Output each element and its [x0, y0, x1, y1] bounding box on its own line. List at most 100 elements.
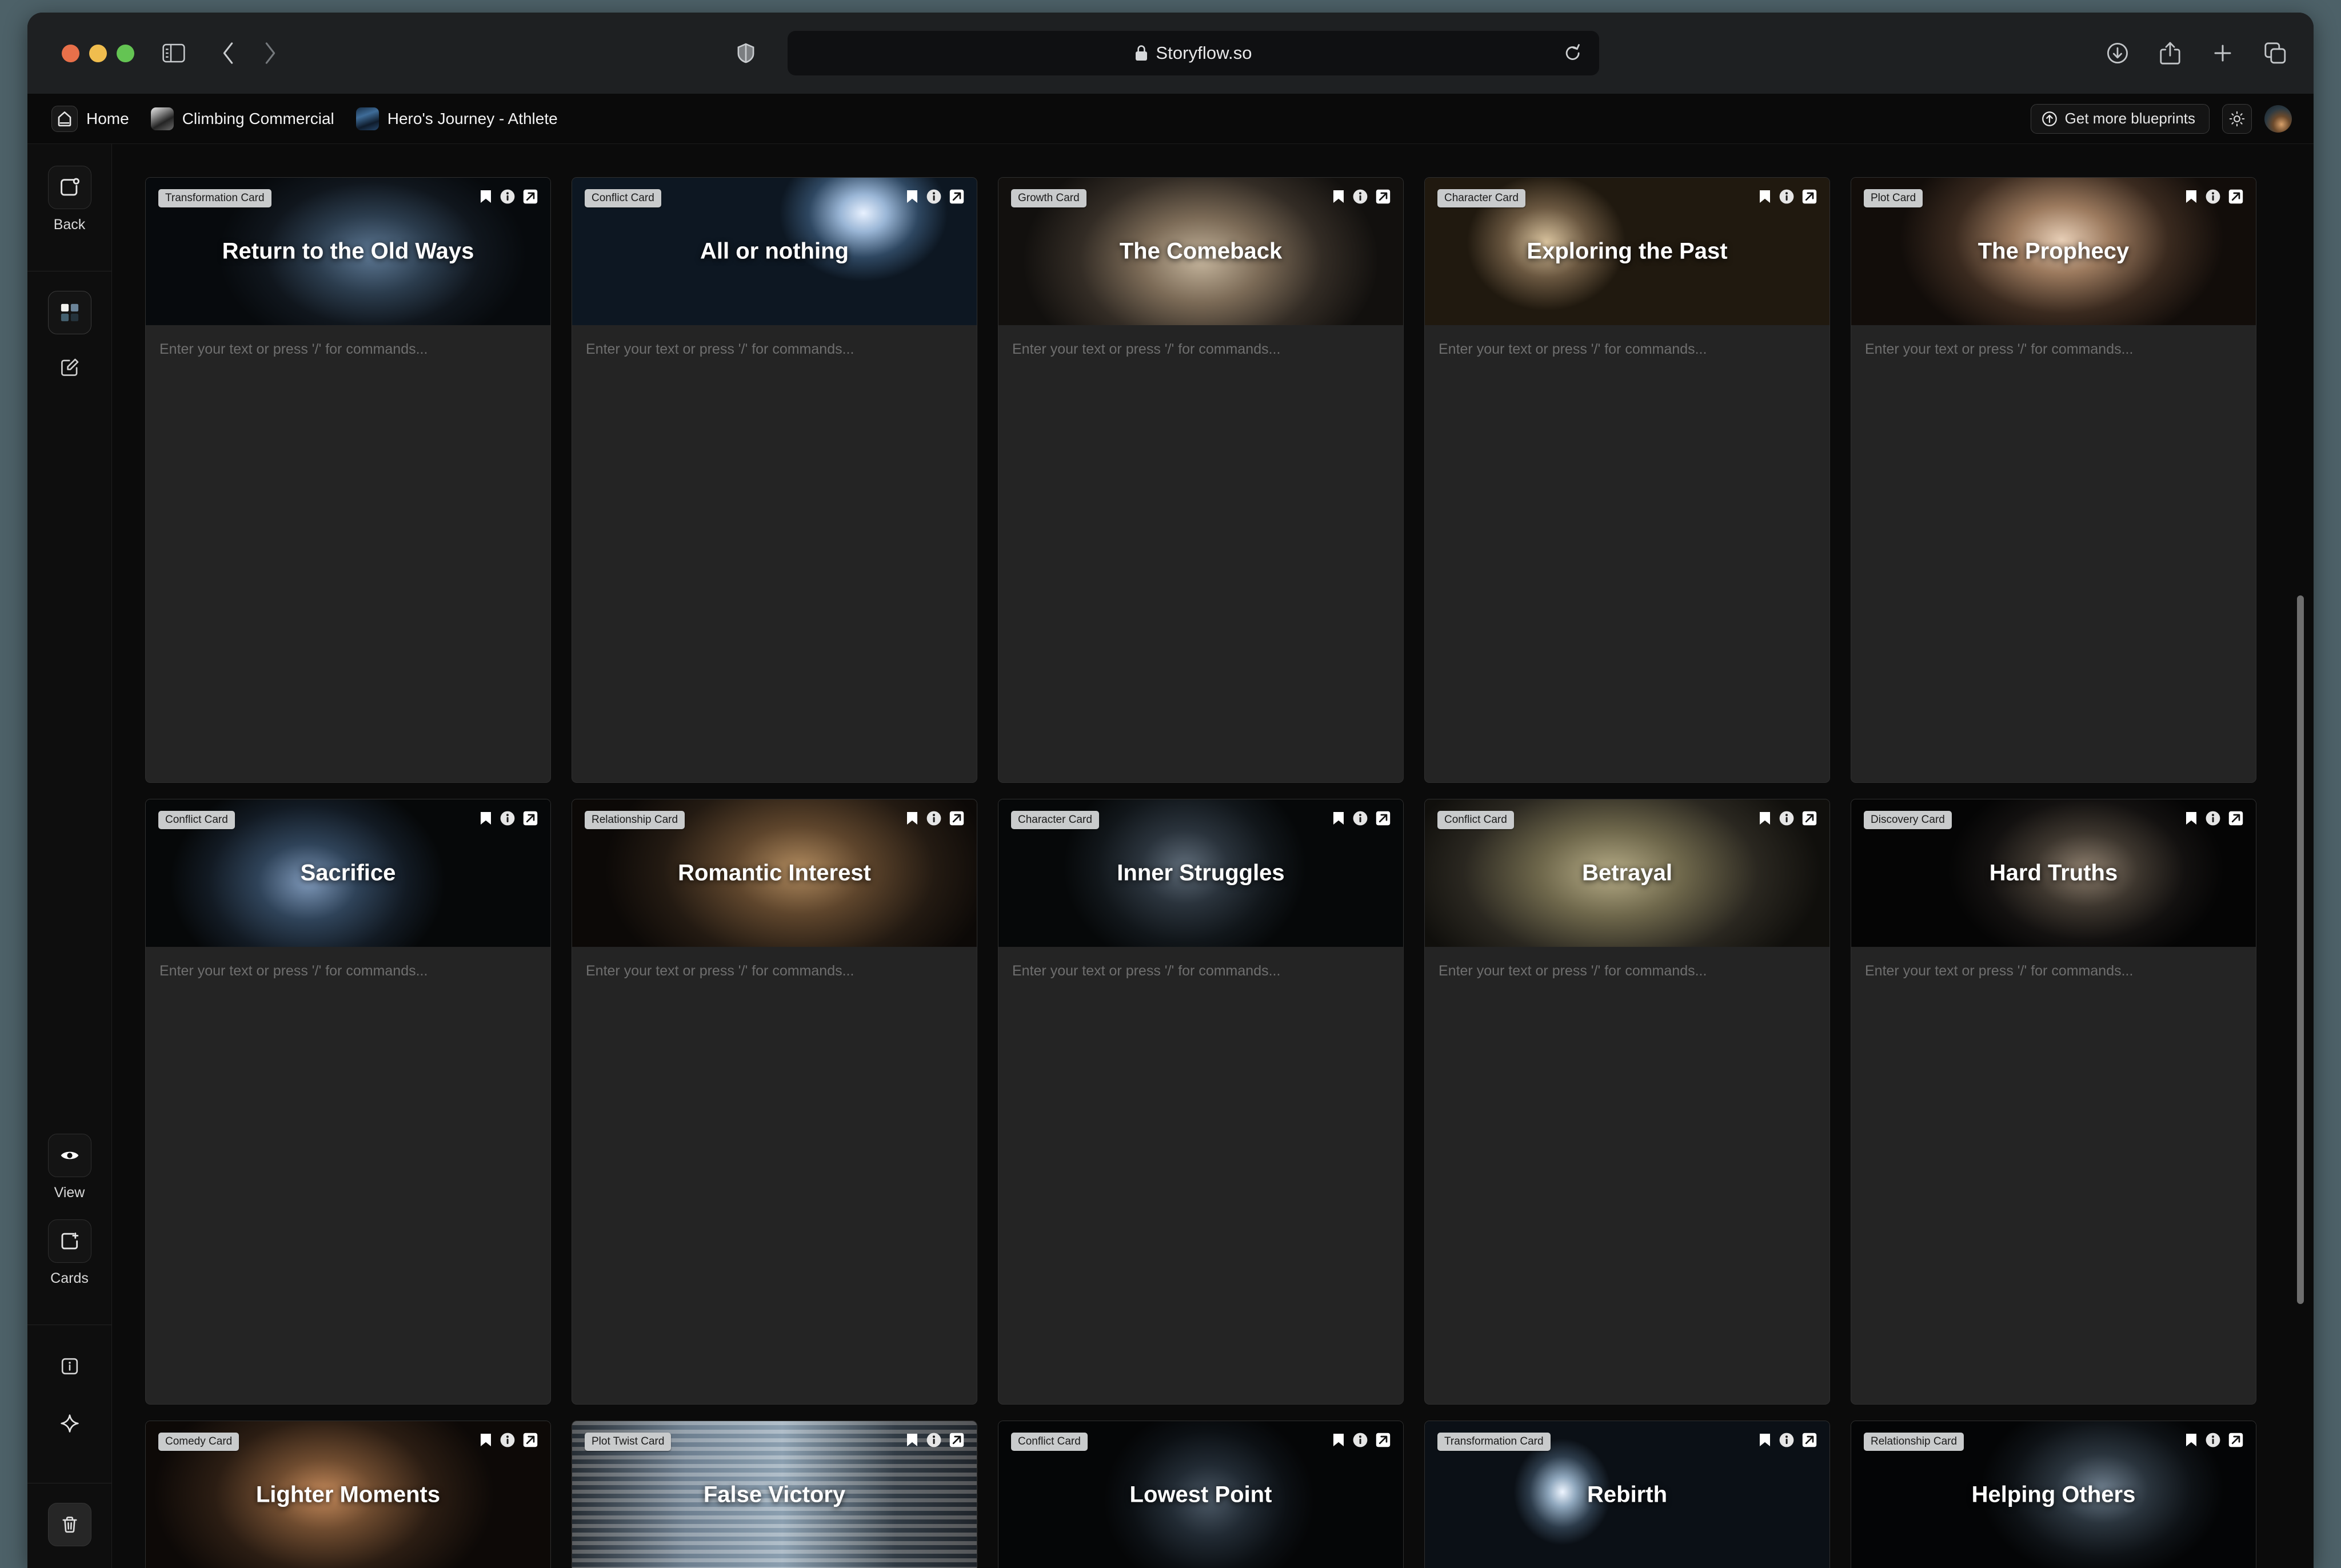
story-card[interactable]: Growth Card [998, 177, 1404, 783]
close-window-button[interactable] [62, 45, 79, 62]
chevron-left-icon[interactable] [213, 38, 244, 69]
shield-icon[interactable] [730, 38, 761, 69]
bookmark-icon[interactable] [1759, 811, 1771, 826]
sparkle-icon[interactable] [48, 1402, 91, 1445]
story-card[interactable]: Plot Twist Card [572, 1421, 977, 1568]
story-card[interactable]: Character Card [998, 799, 1404, 1405]
back-panel-icon[interactable] [48, 166, 91, 209]
info-circle-icon[interactable] [926, 1433, 941, 1447]
info-square-icon[interactable] [48, 1345, 91, 1388]
card-body[interactable]: Enter your text or press '/' for command… [998, 947, 1403, 1404]
story-card[interactable]: Conflict Card [1424, 799, 1830, 1405]
tab-overview-icon[interactable] [2260, 38, 2291, 69]
story-card[interactable]: Comedy Card [145, 1421, 551, 1568]
external-link-icon[interactable] [2228, 189, 2243, 204]
sidebar-item-grid[interactable] [48, 291, 91, 334]
story-card[interactable]: Conflict Card [145, 799, 551, 1405]
downloads-icon[interactable] [2102, 38, 2133, 69]
vertical-scrollbar[interactable] [2295, 144, 2306, 1568]
story-card[interactable]: Relationship Card [1851, 1421, 2256, 1568]
info-circle-icon[interactable] [2206, 1433, 2220, 1447]
bookmark-icon[interactable] [1332, 811, 1345, 826]
bookmark-icon[interactable] [1759, 1433, 1771, 1447]
card-body[interactable]: Enter your text or press '/' for command… [572, 947, 977, 1404]
card-body[interactable]: Enter your text or press '/' for command… [572, 325, 977, 782]
external-link-icon[interactable] [1802, 1433, 1817, 1447]
sidebar-item-info[interactable] [48, 1345, 91, 1388]
bookmark-icon[interactable] [906, 1433, 918, 1447]
info-circle-icon[interactable] [1353, 811, 1368, 826]
edit-pencil-icon[interactable] [48, 346, 91, 389]
story-card[interactable]: Transformation Card [145, 177, 551, 783]
external-link-icon[interactable] [523, 189, 538, 204]
info-circle-icon[interactable] [2206, 811, 2220, 826]
share-icon[interactable] [2155, 38, 2186, 69]
story-card[interactable]: Relationship Card [572, 799, 977, 1405]
info-circle-icon[interactable] [926, 189, 941, 204]
card-body[interactable]: Enter your text or press '/' for command… [1425, 947, 1829, 1404]
external-link-icon[interactable] [1802, 811, 1817, 826]
minimize-window-button[interactable] [89, 45, 107, 62]
sidebar-item-view[interactable]: View [48, 1134, 91, 1201]
bookmark-icon[interactable] [1759, 189, 1771, 204]
sidebar-item-magic[interactable] [48, 1402, 91, 1445]
chevron-right-icon[interactable] [254, 38, 285, 69]
info-circle-icon[interactable] [1353, 189, 1368, 204]
breadcrumb-item-project[interactable]: Climbing Commercial [151, 107, 334, 130]
info-circle-icon[interactable] [1353, 1433, 1368, 1447]
bookmark-icon[interactable] [2185, 189, 2198, 204]
card-body[interactable]: Enter your text or press '/' for command… [146, 325, 550, 782]
breadcrumb-item-home[interactable]: Home [51, 106, 129, 132]
info-circle-icon[interactable] [1779, 189, 1794, 204]
info-circle-icon[interactable] [1779, 1433, 1794, 1447]
card-body[interactable]: Enter your text or press '/' for command… [998, 325, 1403, 782]
trash-icon[interactable] [48, 1503, 91, 1546]
sidebar-item-cards[interactable]: Cards [48, 1219, 91, 1287]
bookmark-icon[interactable] [480, 1433, 492, 1447]
bookmark-icon[interactable] [906, 189, 918, 204]
info-circle-icon[interactable] [500, 1433, 515, 1447]
external-link-icon[interactable] [523, 811, 538, 826]
grid-icon[interactable] [48, 291, 91, 334]
external-link-icon[interactable] [949, 811, 964, 826]
bookmark-icon[interactable] [2185, 1433, 2198, 1447]
bookmark-icon[interactable] [1332, 189, 1345, 204]
bookmark-icon[interactable] [2185, 811, 2198, 826]
external-link-icon[interactable] [949, 1433, 964, 1447]
story-card[interactable]: Transformation Card [1424, 1421, 1830, 1568]
info-circle-icon[interactable] [500, 811, 515, 826]
external-link-icon[interactable] [2228, 1433, 2243, 1447]
card-body[interactable]: Enter your text or press '/' for command… [1425, 325, 1829, 782]
external-link-icon[interactable] [1802, 189, 1817, 204]
sidebar-item-edit[interactable] [48, 346, 91, 389]
maximize-window-button[interactable] [117, 45, 134, 62]
story-card[interactable]: Plot Card [1851, 177, 2256, 783]
external-link-icon[interactable] [1376, 189, 1391, 204]
bookmark-icon[interactable] [480, 189, 492, 204]
breadcrumb-item-blueprint[interactable]: Hero's Journey - Athlete [356, 107, 558, 130]
reload-icon[interactable] [1559, 39, 1587, 67]
cards-scroll-area[interactable]: Transformation Card [112, 144, 2314, 1568]
card-body[interactable]: Enter your text or press '/' for command… [146, 947, 550, 1404]
external-link-icon[interactable] [1376, 1433, 1391, 1447]
add-card-icon[interactable] [48, 1219, 91, 1263]
story-card[interactable]: Discovery Card [1851, 799, 2256, 1405]
eye-icon[interactable] [48, 1134, 91, 1177]
info-circle-icon[interactable] [500, 189, 515, 204]
bookmark-icon[interactable] [480, 811, 492, 826]
avatar[interactable] [2264, 105, 2292, 133]
bookmark-icon[interactable] [1332, 1433, 1345, 1447]
info-circle-icon[interactable] [2206, 189, 2220, 204]
address-bar[interactable]: Storyflow.so [788, 31, 1599, 75]
external-link-icon[interactable] [523, 1433, 538, 1447]
external-link-icon[interactable] [949, 189, 964, 204]
sidebar-item-delete[interactable] [48, 1503, 91, 1546]
sidebar-toggle-icon[interactable] [158, 38, 189, 69]
card-body[interactable]: Enter your text or press '/' for command… [1851, 325, 2256, 782]
sun-icon[interactable] [2222, 104, 2252, 134]
external-link-icon[interactable] [1376, 811, 1391, 826]
info-circle-icon[interactable] [926, 811, 941, 826]
external-link-icon[interactable] [2228, 811, 2243, 826]
card-body[interactable]: Enter your text or press '/' for command… [1851, 947, 2256, 1404]
sidebar-item-back[interactable]: Back [48, 166, 91, 233]
